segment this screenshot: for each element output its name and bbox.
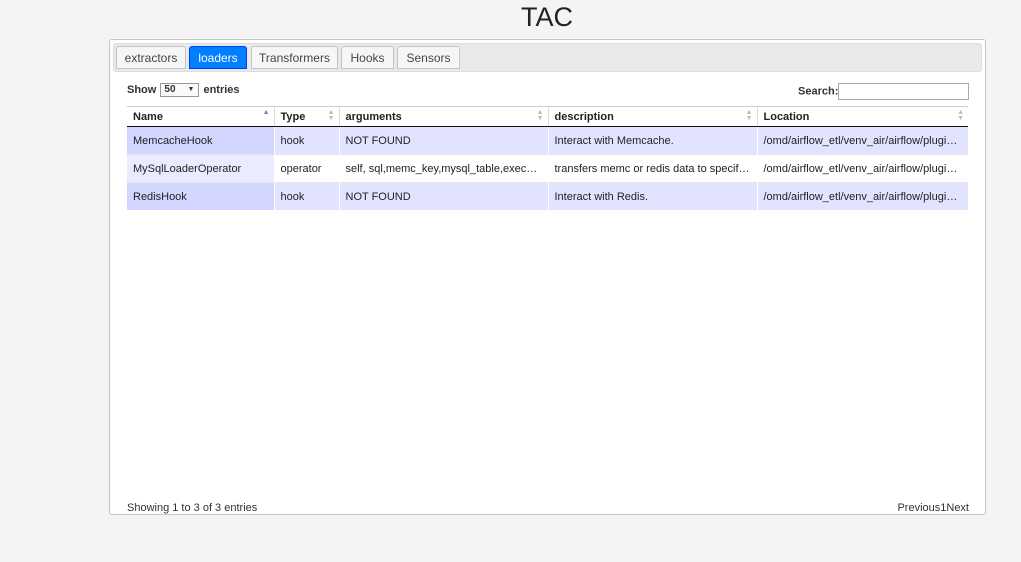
search-input[interactable] — [838, 83, 970, 100]
cell-name: RedisHook — [127, 182, 274, 210]
sort-both-icon: ▲ ▼ — [745, 109, 753, 122]
cell-name: MySqlLoaderOperator — [127, 154, 274, 183]
cell-location: /omd/airflow_etl/venv_air/airflow/plugin… — [756, 154, 968, 183]
previous-button[interactable]: Previous — [897, 502, 940, 514]
column-header-name[interactable]: Name ▲ — [127, 106, 274, 127]
chevron-down-icon: ▼ — [187, 86, 195, 93]
cell-type: hook — [273, 126, 339, 155]
column-header-arguments[interactable]: arguments ▲ ▼ — [338, 106, 548, 127]
table-info: Showing 1 to 3 of 3 entries — [127, 502, 258, 514]
tab-hooks[interactable]: Hooks — [341, 46, 394, 69]
pagination: Previous1Next — [897, 502, 969, 514]
sort-asc-icon: ▲ — [262, 109, 270, 116]
cell-description: Interact with Redis. — [547, 182, 757, 210]
sort-both-icon: ▲ ▼ — [327, 109, 335, 122]
search-control: Search: — [798, 83, 970, 100]
search-label: Search: — [798, 85, 839, 98]
data-table: Name ▲ Type ▲ ▼ arguments ▲ ▼ description ▲ ▼ L… — [127, 106, 968, 210]
tab-transformers[interactable]: Transformers — [251, 46, 338, 69]
show-label: Show — [127, 83, 157, 96]
cell-type: hook — [273, 182, 339, 210]
tab-bar: extractors loaders Transformers Hooks Se… — [113, 43, 982, 72]
cell-location: /omd/airflow_etl/venv_air/airflow/plugin… — [756, 182, 968, 210]
cell-description: Interact with Memcache. — [547, 126, 757, 155]
cell-arguments: self, sql,memc_key,mysql_table,exec_… — [338, 154, 548, 183]
entries-select[interactable]: 50 ▼ — [160, 83, 200, 97]
page-title: TAC — [521, 2, 573, 32]
entries-select-value: 50 — [164, 84, 176, 95]
tab-extractors[interactable]: extractors — [116, 46, 186, 69]
cell-name: MemcacheHook — [127, 126, 274, 155]
column-header-description[interactable]: description ▲ ▼ — [547, 106, 757, 127]
table-row[interactable]: MemcacheHook hook NOT FOUND Interact wit… — [127, 126, 968, 155]
entries-label: entries — [203, 83, 240, 96]
cell-description: transfers memc or redis data to specif… — [547, 154, 757, 183]
column-header-type[interactable]: Type ▲ ▼ — [273, 106, 339, 127]
entries-length-control: Show 50 ▼ entries — [127, 83, 240, 97]
cell-arguments: NOT FOUND — [338, 182, 548, 210]
table-header-row: Name ▲ Type ▲ ▼ arguments ▲ ▼ description ▲ ▼ L… — [127, 106, 968, 127]
tabs-panel: extractors loaders Transformers Hooks Se… — [109, 39, 986, 515]
cell-location: /omd/airflow_etl/venv_air/airflow/plugin… — [756, 126, 968, 155]
cell-type: operator — [273, 154, 339, 183]
table-row[interactable]: MySqlLoaderOperator operator self, sql,m… — [127, 154, 968, 183]
cell-arguments: NOT FOUND — [338, 126, 548, 155]
column-header-location[interactable]: Location ▲ ▼ — [756, 106, 968, 127]
tab-loaders[interactable]: loaders — [189, 46, 247, 69]
sort-both-icon: ▲ ▼ — [957, 109, 964, 122]
next-button[interactable]: Next — [946, 502, 969, 514]
table-row[interactable]: RedisHook hook NOT FOUND Interact with R… — [127, 182, 968, 210]
sort-both-icon: ▲ ▼ — [536, 109, 544, 122]
tab-sensors[interactable]: Sensors — [397, 46, 460, 69]
